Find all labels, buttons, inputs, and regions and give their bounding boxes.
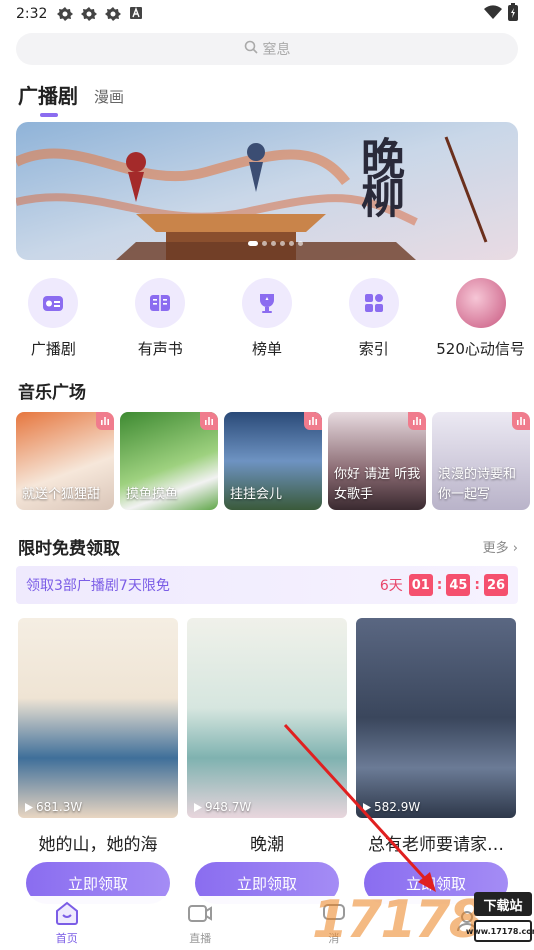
watermark-badge-bottom: www.17178.com xyxy=(466,920,534,942)
countdown-minutes: 45 xyxy=(446,574,471,596)
music-card[interactable]: 挂挂会儿 xyxy=(224,412,322,510)
free-section-header: 限时免费领取 更多 › xyxy=(18,534,518,559)
play-count: 582.9W xyxy=(362,800,420,814)
quick-link-label: 索引 xyxy=(358,340,389,358)
countdown-timer: 6天 01 : 45 : 26 xyxy=(380,574,508,596)
countdown-seconds: 26 xyxy=(484,574,508,596)
nav-label: 直播 xyxy=(189,931,212,945)
index-grid-icon xyxy=(348,278,399,328)
countdown-hours: 01 xyxy=(408,574,433,596)
watermark-number: 17178 xyxy=(312,890,485,950)
drama-row: 681.3W 她的山，她的海 948.7W 晚潮 582.9W 总有老师要请家… xyxy=(18,618,518,855)
music-card-label: 挂挂会儿 xyxy=(230,487,283,502)
book-icon xyxy=(135,278,186,328)
hero-banner[interactable]: 晚柳 xyxy=(16,122,518,260)
nav-live[interactable]: 直播 xyxy=(134,896,268,950)
playlist-badge-icon xyxy=(512,412,530,430)
play-icon xyxy=(194,802,202,812)
promo-text: 领取3部广播剧7天限免 xyxy=(26,578,170,594)
trophy-icon xyxy=(241,278,292,328)
wifi-icon xyxy=(484,5,502,23)
countdown-days: 6天 xyxy=(379,578,403,594)
search-placeholder: 窒息 xyxy=(262,42,291,58)
music-card[interactable]: 浪漫的诗要和 你一起写 xyxy=(432,412,530,510)
music-card-label: 你一起写 xyxy=(438,487,491,502)
settings-gear-icon xyxy=(105,6,122,22)
quick-link-index[interactable]: 索引 xyxy=(320,278,427,359)
quick-link-label: 广播剧 xyxy=(30,340,76,358)
watermark-badge-top: 下载站 xyxy=(474,892,532,916)
quick-link-label: 榜单 xyxy=(251,340,282,358)
quick-link-charts[interactable]: 榜单 xyxy=(214,278,321,359)
drama-cover: 582.9W xyxy=(356,618,516,818)
search-icon xyxy=(244,40,263,58)
heart-signal-avatar xyxy=(455,278,506,328)
play-icon xyxy=(363,802,371,812)
battery-icon xyxy=(508,3,518,25)
playlist-badge-icon xyxy=(200,412,218,430)
tab-comics[interactable]: 漫画 xyxy=(94,86,124,109)
font-a-icon xyxy=(129,6,145,22)
play-count: 681.3W xyxy=(24,800,82,814)
quick-link-520-signal[interactable]: 520心动信号 xyxy=(427,278,534,359)
quick-links: 广播剧 有声书 榜单 索引 520心动信号 xyxy=(0,278,534,359)
music-card-label: 女歌手 xyxy=(334,487,374,502)
free-section-title: 限时免费领取 xyxy=(18,539,120,559)
drama-card[interactable]: 681.3W 她的山，她的海 xyxy=(18,618,178,855)
banner-illustration xyxy=(16,122,518,260)
banner-pagination xyxy=(248,241,303,246)
drama-cover: 948.7W xyxy=(187,618,347,818)
category-tabs: 广播剧 漫画 xyxy=(18,80,124,117)
music-section-title: 音乐广场 xyxy=(18,383,86,403)
watermark: 17178 下载站 www.17178.com xyxy=(312,888,534,950)
music-card-row: 就送个狐狸甜 摸鱼摸鱼 挂挂会儿 你好 请进 听我 女歌手 浪漫的诗要和 你一起… xyxy=(16,412,534,510)
music-card[interactable]: 摸鱼摸鱼 xyxy=(120,412,218,510)
drama-title: 总有老师要请家… xyxy=(368,835,504,855)
music-card[interactable]: 你好 请进 听我 女歌手 xyxy=(328,412,426,510)
tab-radio-drama[interactable]: 广播剧 xyxy=(18,80,78,117)
promo-banner[interactable]: 领取3部广播剧7天限免 6天 01 : 45 : 26 xyxy=(16,566,518,604)
playlist-badge-icon xyxy=(96,412,114,430)
status-bar: 2:32 xyxy=(0,0,534,28)
chevron-right-icon: › xyxy=(512,541,518,556)
music-card-subtitle: 浪漫的诗要和 xyxy=(438,467,517,482)
playlist-badge-icon xyxy=(408,412,426,430)
nav-home[interactable]: 首页 xyxy=(0,896,134,950)
quick-link-label: 520心动信号 xyxy=(436,340,525,358)
live-tv-icon xyxy=(187,901,213,928)
drama-card[interactable]: 948.7W 晚潮 xyxy=(187,618,347,855)
radio-icon xyxy=(28,278,79,328)
music-card[interactable]: 就送个狐狸甜 xyxy=(16,412,114,510)
home-icon xyxy=(54,901,80,928)
playlist-badge-icon xyxy=(304,412,322,430)
settings-gear-icon xyxy=(57,6,74,22)
drama-cover: 681.3W xyxy=(18,618,178,818)
music-card-label: 就送个狐狸甜 xyxy=(22,487,101,502)
settings-gear-icon xyxy=(81,6,98,22)
play-count: 948.7W xyxy=(193,800,251,814)
search-bar[interactable]: 窒息 xyxy=(16,33,518,65)
quick-link-radio-drama[interactable]: 广播剧 xyxy=(0,278,107,359)
quick-link-audiobook[interactable]: 有声书 xyxy=(107,278,214,359)
drama-title: 她的山，她的海 xyxy=(38,835,158,855)
banner-title: 晚柳 xyxy=(353,136,404,212)
quick-link-label: 有声书 xyxy=(137,340,183,358)
more-link[interactable]: 更多 › xyxy=(483,537,518,556)
nav-label: 首页 xyxy=(55,931,78,945)
drama-title: 晚潮 xyxy=(250,835,284,855)
play-icon xyxy=(25,802,33,812)
status-time: 2:32 xyxy=(16,6,48,22)
drama-card[interactable]: 582.9W 总有老师要请家… xyxy=(356,618,516,855)
music-card-label: 摸鱼摸鱼 xyxy=(126,487,179,502)
more-label: 更多 xyxy=(482,541,509,556)
music-card-subtitle: 你好 请进 听我 xyxy=(334,467,421,482)
